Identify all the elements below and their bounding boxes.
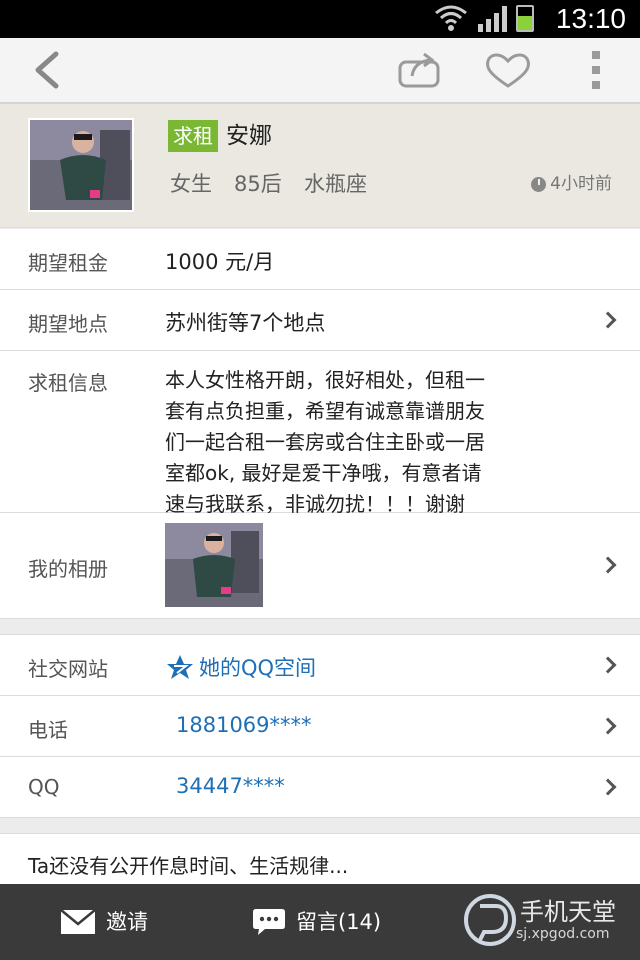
watermark-name: 手机天堂 [520,898,616,926]
social-row[interactable]: 社交网站 她的QQ空间 [0,634,640,696]
battery-icon [516,5,534,32]
clock-icon [531,176,547,192]
schedule-text: Ta还没有公开作息时间、生活规律... [28,854,349,878]
qq-space-link[interactable]: 她的QQ空间 [165,652,316,682]
watermark: 手机天堂 sj.xpgod.com [462,888,634,956]
info-description: 本人女性格开朗，很好相处，但租一 套有点负担重，希望有诚意靠谱朋友 们一起合租一… [165,365,585,520]
listing-type-badge: 求租 [168,120,218,152]
chevron-right-icon [599,311,617,329]
message-label: 留言(14) [296,910,382,934]
location-row[interactable]: 期望地点 苏州街等7个地点 [0,290,640,351]
location-value: 苏州街等7个地点 [165,311,326,335]
qq-label: QQ [28,775,60,799]
clock: 13:10 [555,3,626,34]
avatar-photo [30,120,132,210]
info-line: 们一起合租一套房或合住主卧或一居 [165,430,485,454]
user-gender: 女生 [170,172,212,196]
phone-label: 电话 [28,718,68,742]
phone-row[interactable]: 电话 1881069**** [0,696,640,757]
location-label: 期望地点 [28,312,108,336]
info-row: 求租信息 本人女性格开朗，很好相处，但租一 套有点负担重，希望有诚意靠谱朋友 们… [0,351,640,516]
info-line: 套有点负担重，希望有诚意靠谱朋友 [165,399,485,423]
social-value: 她的QQ空间 [199,656,317,680]
rent-label: 期望租金 [28,251,108,275]
user-age-group: 85后 [234,172,282,196]
share-button[interactable] [390,38,450,102]
more-icon [592,51,600,89]
bottom-action-bar: 邀请 留言(14) 手机天堂 sj.xpgod.com [0,884,640,960]
invite-button[interactable]: 邀请 [60,906,148,938]
qq-row[interactable]: QQ 34447**** [0,757,640,818]
status-bar: 13:10 [0,0,640,38]
wifi-icon [435,5,467,31]
posted-time-label: 4小时前 [550,174,612,194]
share-icon [398,52,440,88]
user-name: 安娜 [226,123,272,149]
info-label: 求租信息 [28,371,108,395]
info-line: 本人女性格开朗，很好相处，但租一 [165,368,485,392]
album-label: 我的相册 [28,557,108,581]
qq-value[interactable]: 34447**** [176,774,285,798]
more-button[interactable] [576,38,616,102]
message-button[interactable]: 留言(14) [252,906,381,938]
social-label: 社交网站 [28,657,108,681]
chat-bubble-icon [253,909,285,935]
mail-icon [60,909,96,934]
qq-space-icon [167,655,193,679]
rent-value: 1000 元/月 [165,250,275,274]
album-row[interactable]: 我的相册 [0,513,640,619]
avatar[interactable] [28,118,134,212]
signal-icon [478,6,507,32]
profile-header: 求租 安娜 女生 85后 水瓶座 4小时前 [0,104,640,228]
chevron-right-icon [599,717,617,735]
rent-row: 期望租金 1000 元/月 [0,229,640,290]
album-photo [165,523,263,607]
watermark-url: sj.xpgod.com [516,926,610,942]
phone-value[interactable]: 1881069**** [176,713,312,737]
watermark-logo-icon [464,894,516,946]
chevron-right-icon [599,778,617,796]
top-action-bar [0,38,640,104]
chevron-right-icon [599,656,617,674]
back-button[interactable] [14,38,78,102]
posted-time: 4小时前 [531,170,612,198]
back-icon [35,51,59,89]
chevron-right-icon [599,556,617,574]
favorite-button[interactable] [478,38,538,102]
album-thumbnail[interactable] [165,523,263,607]
heart-icon [486,53,530,88]
invite-label: 邀请 [106,910,148,934]
user-zodiac: 水瓶座 [304,172,367,196]
info-line: 室都ok, 最好是爱干净哦，有意者请 [165,461,482,485]
